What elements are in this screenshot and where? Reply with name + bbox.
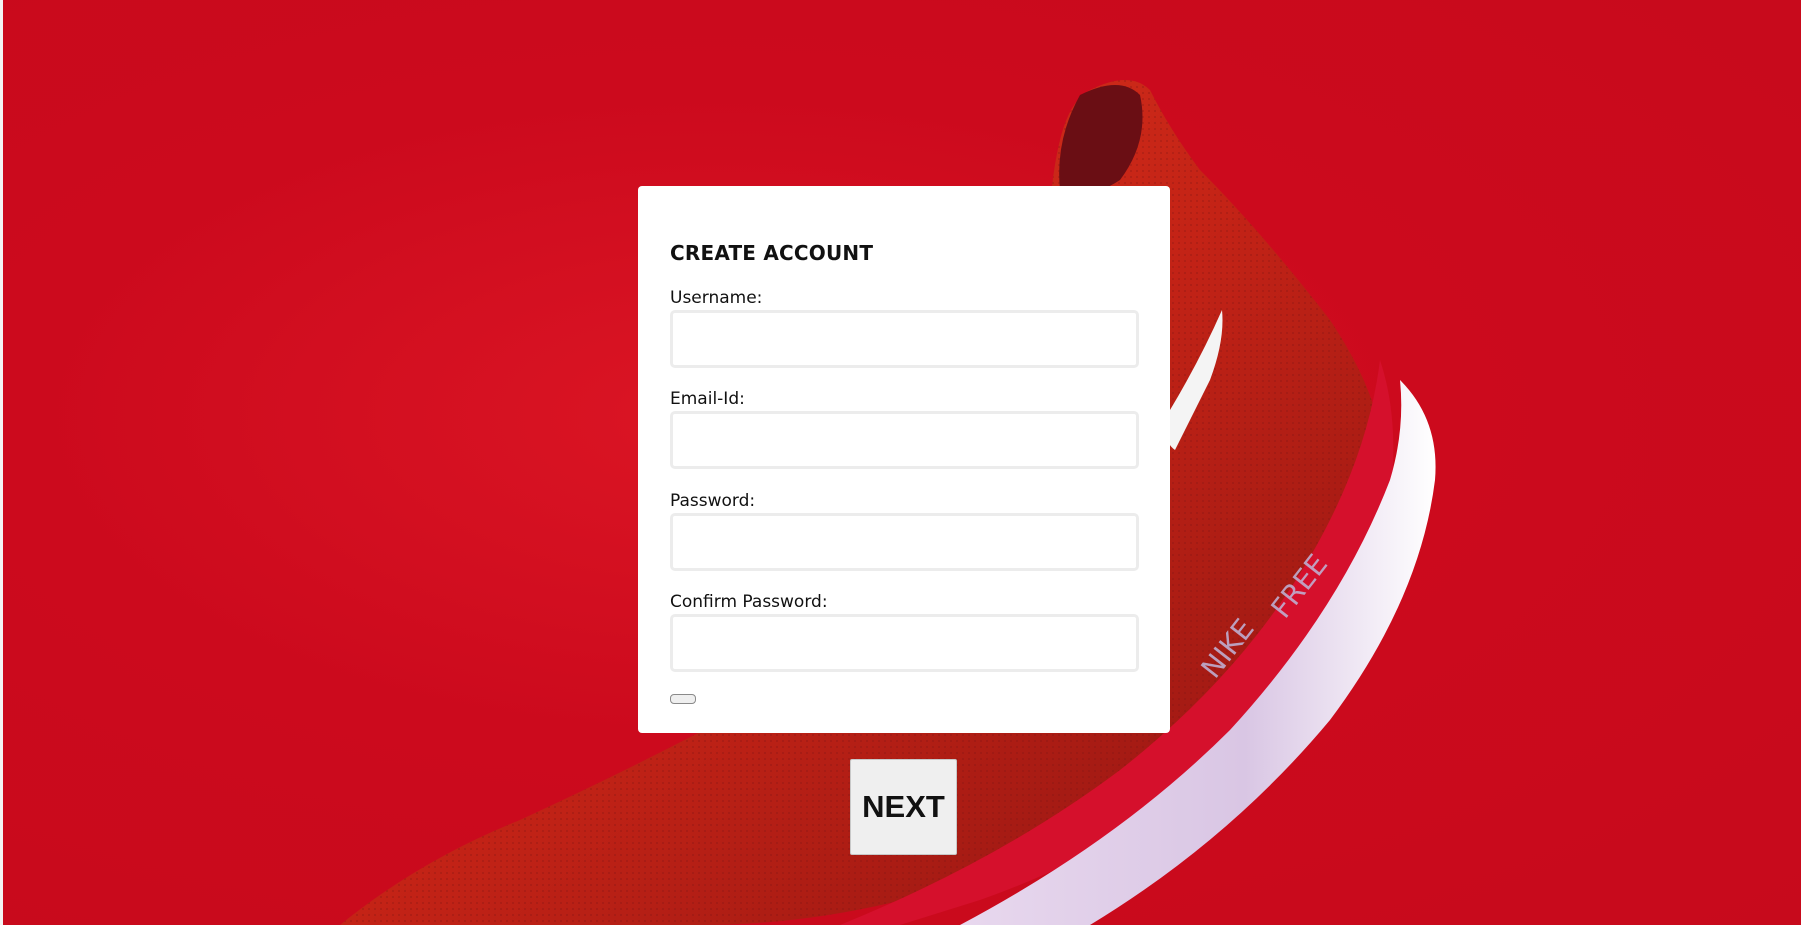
- form-submit-button[interactable]: [670, 694, 696, 704]
- create-account-card: CREATE ACCOUNT Username: Email-Id: Passw…: [638, 186, 1170, 733]
- email-field[interactable]: [670, 411, 1139, 469]
- page-background: NIKE FREE CREATE ACCOUNT Username: Email…: [0, 0, 1801, 925]
- confirm-password-field[interactable]: [670, 614, 1139, 672]
- username-label: Username:: [670, 288, 763, 308]
- password-field[interactable]: [670, 513, 1139, 571]
- password-label: Password:: [670, 491, 756, 511]
- next-button[interactable]: NEXT: [850, 759, 957, 855]
- email-label: Email-Id:: [670, 389, 745, 409]
- username-field[interactable]: [670, 310, 1139, 368]
- confirm-password-label: Confirm Password:: [670, 592, 828, 612]
- card-title: CREATE ACCOUNT: [670, 241, 874, 265]
